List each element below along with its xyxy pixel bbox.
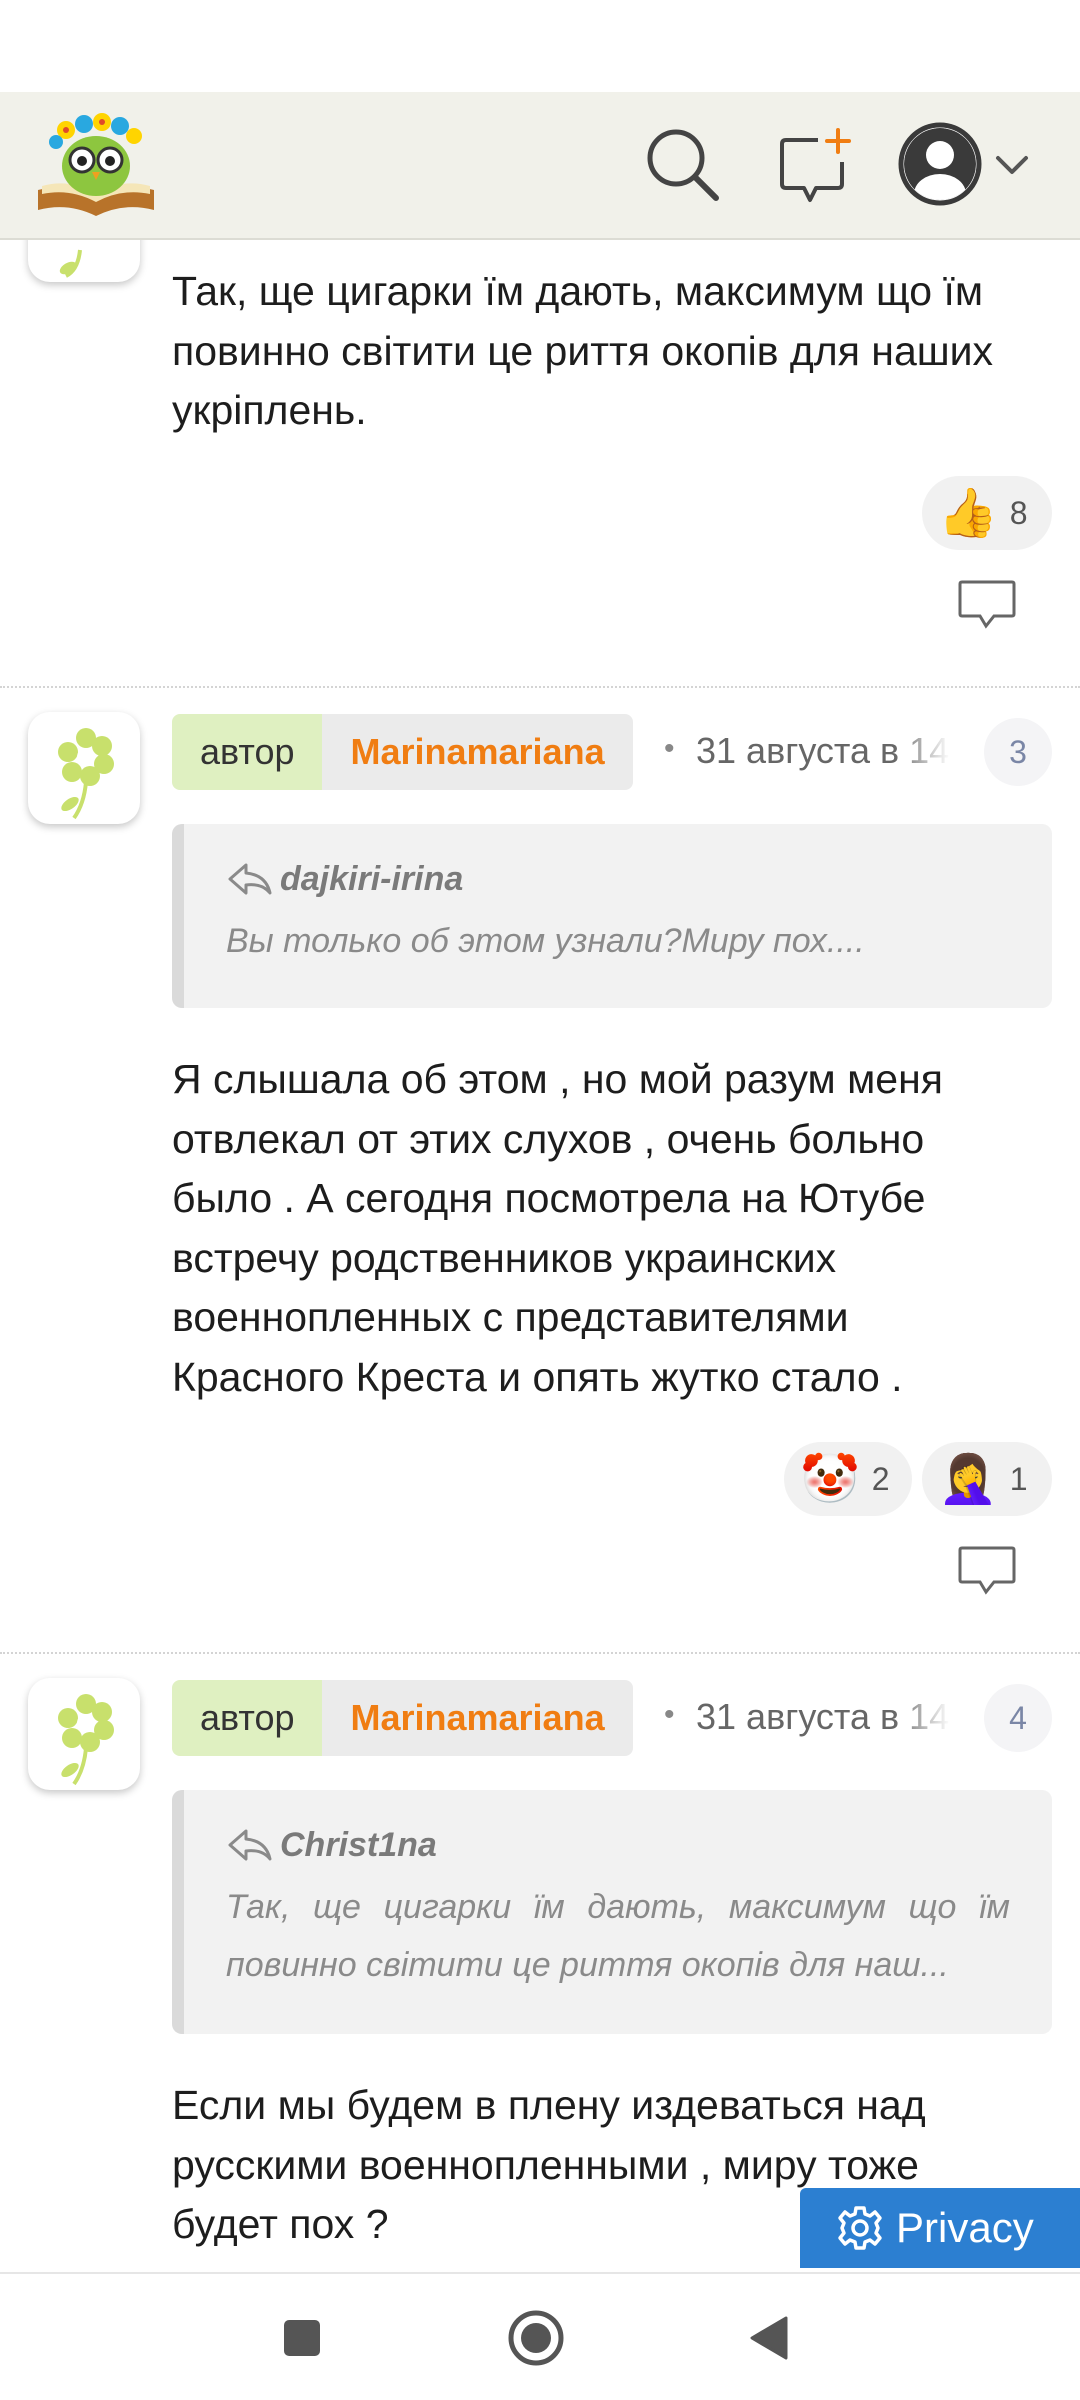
reaction-count: 2 xyxy=(871,1460,890,1497)
app-header xyxy=(0,92,1080,240)
author-role: автор xyxy=(172,1680,323,1756)
avatar[interactable] xyxy=(28,712,140,824)
quoted-text-line: повинно світити це риття окопів для наш.… xyxy=(226,1946,949,1984)
facepalm-icon: 🤦‍♀️ xyxy=(938,1451,998,1507)
quoted-author: Christ1na xyxy=(280,1825,437,1864)
reaction-thumbs-up[interactable]: 👍 8 xyxy=(922,476,1052,550)
avatar[interactable] xyxy=(28,1678,140,1790)
gear-icon xyxy=(838,2206,882,2250)
comment-feed[interactable]: Так, ще цигарки їм дають, максимум що їм… xyxy=(0,0,1080,2272)
author-name[interactable]: Marinamariana xyxy=(322,714,633,790)
quoted-reply[interactable]: dajkiri-irina Вы только об этом узнали?М… xyxy=(172,824,1052,1008)
comment-timestamp: 31 августа в 14 xyxy=(696,1696,950,1737)
reaction-count: 8 xyxy=(1009,494,1028,531)
owl-on-book-logo-icon[interactable] xyxy=(32,106,160,218)
account-icon[interactable] xyxy=(898,122,982,206)
chevron-down-icon[interactable] xyxy=(992,144,1032,184)
recent-apps-icon[interactable] xyxy=(282,2318,322,2358)
reply-comment-icon[interactable] xyxy=(956,578,1018,634)
reply-comment-icon[interactable] xyxy=(956,1544,1018,1600)
back-icon[interactable] xyxy=(746,2314,790,2362)
comment-number[interactable]: 4 xyxy=(984,1684,1052,1752)
comment-number[interactable]: 3 xyxy=(984,718,1052,786)
system-nav-bar xyxy=(0,2272,1080,2400)
quoted-text-line: Так, ще цигарки їм дають, максимум що їм xyxy=(226,1888,1010,1926)
author-badge[interactable]: автор Marinamariana xyxy=(172,1680,633,1756)
comment-text: Я слышала об этом , но мой разум меня от… xyxy=(172,1056,943,1400)
flower-avatar-icon xyxy=(58,1694,114,1786)
reply-arrow-icon xyxy=(228,863,272,895)
reply-arrow-icon xyxy=(228,1829,272,1861)
author-name[interactable]: Marinamariana xyxy=(322,1680,633,1756)
clown-face-icon: 🤡 xyxy=(800,1451,860,1507)
reaction-clown[interactable]: 🤡 2 xyxy=(784,1442,912,1516)
reaction-facepalm[interactable]: 🤦‍♀️ 1 xyxy=(922,1442,1052,1516)
thumbs-up-icon: 👍 xyxy=(938,485,998,541)
quoted-reply[interactable]: Christ1na Так, ще цигарки їм дають, макс… xyxy=(172,1790,1052,2034)
quoted-text: Вы только об этом узнали?Миру пох.... xyxy=(226,922,865,960)
search-icon[interactable] xyxy=(644,126,720,202)
quoted-author: dajkiri-irina xyxy=(280,859,464,898)
author-badge[interactable]: автор Marinamariana xyxy=(172,714,633,790)
comment-timestamp: 31 августа в 14 xyxy=(696,730,950,771)
privacy-button[interactable]: Privacy xyxy=(800,2188,1080,2268)
comment-divider xyxy=(0,1652,1080,1654)
reaction-count: 1 xyxy=(1009,1460,1028,1497)
comment-text: Так, ще цигарки їм дають, максимум що їм… xyxy=(172,268,994,433)
comment-divider xyxy=(0,686,1080,688)
author-role: автор xyxy=(172,714,323,790)
home-icon[interactable] xyxy=(506,2308,566,2368)
flower-avatar-icon xyxy=(58,728,114,820)
chat-add-icon[interactable] xyxy=(776,126,856,206)
separator-dot: • xyxy=(664,1698,675,1731)
privacy-label: Privacy xyxy=(896,2204,1034,2251)
separator-dot: • xyxy=(664,732,675,765)
